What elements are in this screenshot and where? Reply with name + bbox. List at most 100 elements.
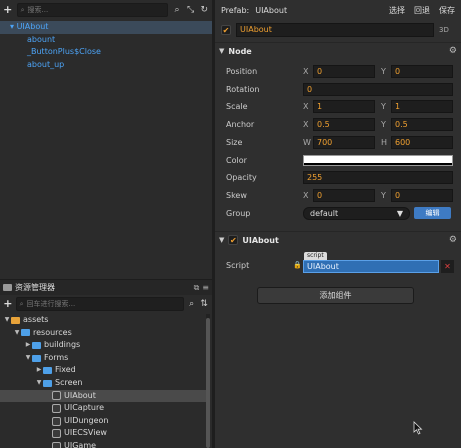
node-section-header[interactable]: ▼ Node ⚙ xyxy=(215,42,461,59)
layout-icon[interactable]: ⧉ xyxy=(194,283,200,293)
asset-row[interactable]: UIAbout xyxy=(0,389,206,403)
position-label: Position xyxy=(226,66,258,76)
tree-node[interactable]: _ButtonPlus$Close xyxy=(0,46,212,59)
opacity-label: Opacity xyxy=(226,172,257,182)
size-label: Size xyxy=(226,137,243,147)
revert-button[interactable]: 回退 xyxy=(414,5,430,16)
group-label: Group xyxy=(226,208,251,218)
collapse-icon[interactable]: ⤡ xyxy=(186,5,196,15)
asset-row[interactable]: UIGame xyxy=(0,440,206,448)
tree-node[interactable]: about_up xyxy=(0,59,212,72)
prefab-icon xyxy=(52,429,61,439)
scale-x-input[interactable]: 1 xyxy=(313,99,375,113)
asset-row[interactable]: UICapture xyxy=(0,402,206,415)
scrollbar-thumb[interactable] xyxy=(206,318,210,448)
save-button[interactable]: 保存 xyxy=(439,5,455,16)
component-section-header[interactable]: ▼ ✔ UIAbout ⚙ xyxy=(215,231,461,248)
axis-w-label: W xyxy=(303,137,311,147)
close-icon[interactable]: ✕ xyxy=(441,260,454,273)
script-row: Script 🔒 script UIAbout ✕ xyxy=(226,252,458,274)
folder-icon xyxy=(43,367,52,375)
position-x-input[interactable]: 0 xyxy=(313,64,375,78)
add-component-button[interactable]: 添加组件 xyxy=(257,287,414,304)
skew-y-input[interactable]: 0 xyxy=(391,188,453,202)
anchor-x-input[interactable]: 0.5 xyxy=(313,117,375,131)
asset-row[interactable]: UIDungeon xyxy=(0,415,206,428)
script-asset-field[interactable]: UIAbout xyxy=(303,260,439,273)
opacity-input[interactable]: 255 xyxy=(303,170,453,184)
group-row: Group default ▼ 编辑 xyxy=(226,206,458,220)
prefab-bar: Prefab: UIAbout 选择 回退 保存 xyxy=(215,0,461,20)
prefab-label: Prefab: xyxy=(221,5,250,15)
select-button[interactable]: 选择 xyxy=(389,5,405,16)
search-icon: ⌕ xyxy=(20,5,25,14)
chevron-right-icon: ▶ xyxy=(25,341,31,349)
rotation-row: Rotation 0 xyxy=(226,82,458,96)
prefab-icon xyxy=(52,441,61,448)
asset-row[interactable]: ▼ Forms xyxy=(0,352,206,365)
chevron-down-icon: ▼ xyxy=(219,236,225,244)
assets-scrollbar[interactable] xyxy=(206,314,210,448)
hierarchy-search-input[interactable]: ⌕ 搜索... xyxy=(16,3,169,17)
menu-icon[interactable]: ≡ xyxy=(202,283,209,292)
asset-row[interactable]: ▼ resources xyxy=(0,327,206,340)
axis-x-label: X xyxy=(303,190,309,200)
3d-toggle[interactable]: 3D xyxy=(439,26,449,34)
asset-row[interactable]: ▶ Fixed xyxy=(0,364,206,377)
prefab-name: UIAbout xyxy=(255,5,288,15)
assets-search-input[interactable]: ⌕ 回车进行搜索... xyxy=(15,297,184,311)
edit-group-button[interactable]: 编辑 xyxy=(414,207,451,219)
skew-x-input[interactable]: 0 xyxy=(313,188,375,202)
size-h-input[interactable]: 600 xyxy=(391,135,453,149)
assets-toolbar: + ⌕ 回车进行搜索... ⌕ ⇅ xyxy=(0,296,212,312)
tree-node[interactable]: abount xyxy=(0,34,212,47)
size-w-input[interactable]: 700 xyxy=(313,135,375,149)
hierarchy-tree: ▾ UIAbout abount _ButtonPlus$Close about… xyxy=(0,21,212,71)
gear-icon[interactable]: ⚙ xyxy=(449,46,457,56)
position-y-input[interactable]: 0 xyxy=(391,64,453,78)
assets-tree: ▼ assets ▼ resources ▶ buildings ▼ Forms… xyxy=(0,314,206,448)
asset-row[interactable]: ▼ assets xyxy=(0,314,206,327)
tree-node[interactable]: ▾ UIAbout xyxy=(0,21,212,34)
left-panel: + ⌕ 搜索... ⌕ ⤡ ↻ ▾ UIAbout abount _Button… xyxy=(0,0,212,448)
assets-panel-title: 资源管理器 xyxy=(15,283,55,292)
axis-y-label: Y xyxy=(381,119,386,129)
search-icon[interactable]: ⌕ xyxy=(187,299,197,309)
prefab-icon xyxy=(52,391,61,401)
rotation-input[interactable]: 0 xyxy=(303,82,453,96)
axis-x-label: X xyxy=(303,66,309,76)
asset-row[interactable]: ▶ buildings xyxy=(0,339,206,352)
sort-icon[interactable]: ⇅ xyxy=(199,299,209,309)
inspector-panel: Prefab: UIAbout 选择 回退 保存 ✔ UIAbout 3D ▼ … xyxy=(215,0,461,448)
group-value: default xyxy=(310,208,339,218)
color-swatch[interactable] xyxy=(303,154,453,166)
color-label: Color xyxy=(226,155,247,165)
axis-x-label: X xyxy=(303,119,309,129)
search-icon: ⌕ xyxy=(19,299,24,308)
add-asset-icon[interactable]: + xyxy=(3,298,13,310)
node-active-checkbox[interactable]: ✔ xyxy=(221,24,231,35)
component-enabled-checkbox[interactable]: ✔ xyxy=(228,235,239,245)
folder-icon xyxy=(43,379,52,387)
scale-y-input[interactable]: 1 xyxy=(391,99,453,113)
prefab-icon xyxy=(52,403,61,413)
anchor-label: Anchor xyxy=(226,119,255,129)
search-icon[interactable]: ⌕ xyxy=(172,5,182,15)
node-name-row: ✔ UIAbout 3D xyxy=(221,22,457,37)
color-row: Color xyxy=(226,153,458,167)
refresh-icon[interactable]: ↻ xyxy=(199,5,209,15)
asset-row[interactable]: UIECSView xyxy=(0,427,206,440)
group-select[interactable]: default ▼ xyxy=(303,206,410,220)
chevron-right-icon: ▶ xyxy=(36,366,42,374)
position-row: Position X 0 Y 0 xyxy=(226,64,458,78)
script-label: Script xyxy=(226,261,250,270)
asset-row[interactable]: ▼ Screen xyxy=(0,377,206,390)
chevron-down-icon: ▼ xyxy=(36,378,42,386)
mouse-cursor-icon xyxy=(413,421,423,435)
node-name-input[interactable]: UIAbout xyxy=(236,22,434,37)
hierarchy-search-placeholder: 搜索... xyxy=(27,6,49,14)
gear-icon[interactable]: ⚙ xyxy=(449,235,457,245)
add-node-icon[interactable]: + xyxy=(3,4,13,16)
chevron-down-icon: ▼ xyxy=(14,328,20,336)
anchor-y-input[interactable]: 0.5 xyxy=(391,117,453,131)
